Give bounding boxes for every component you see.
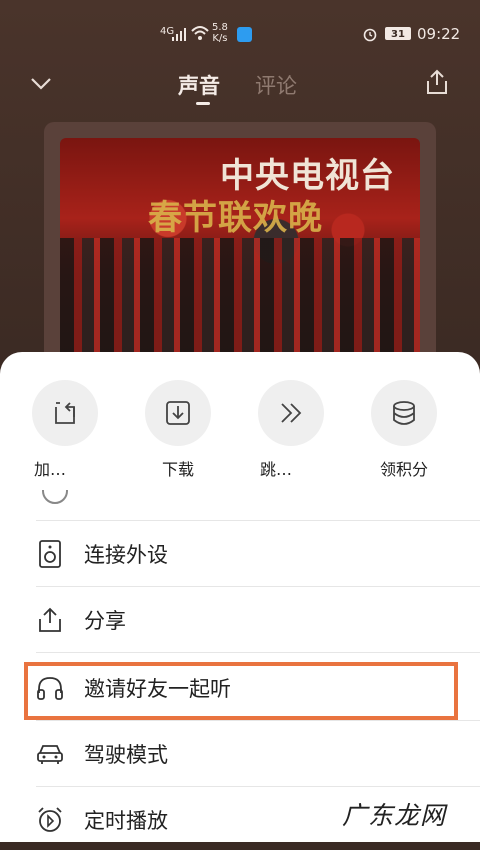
download-label: 下载 [161, 460, 194, 479]
car-icon [36, 740, 64, 768]
speaker-icon [36, 540, 64, 568]
skip-icon [258, 380, 324, 446]
cover-subtitle: 春节联欢晚 [148, 198, 323, 238]
divider [36, 586, 480, 587]
menu-item-label: 驾驶模式 [84, 743, 168, 767]
site-watermark: 广东龙网 [342, 801, 447, 830]
menu-item-driving-mode[interactable]: 驾驶模式 [36, 724, 456, 784]
add-to-playlist-label: 加… [34, 460, 67, 479]
add-to-playlist-icon [32, 380, 98, 446]
network-speed: 5.8 K/s [212, 22, 228, 44]
highlight-box [24, 662, 458, 720]
clock: 09:22 [417, 25, 461, 43]
status-bar: 4G 5.8 K/s 31 09:22 [0, 0, 480, 70]
earn-points-button[interactable]: 领积分 [369, 380, 439, 480]
divider [36, 720, 480, 721]
alarm-icon [363, 28, 377, 42]
tab-comment[interactable]: 评论 [255, 70, 297, 100]
download-button[interactable]: 下载 [143, 380, 213, 480]
add-to-playlist-button[interactable]: 加… [30, 380, 100, 480]
divider [36, 786, 480, 787]
menu-item-share[interactable]: 分享 [36, 590, 456, 650]
share-icon [36, 606, 64, 634]
menu-item-label: 定时播放 [84, 809, 168, 833]
more-options-sheet: 加… 下载 跳… 领积分 连接外设 分享 邀请好友一起听 驾驶模式 定时播放 [0, 352, 480, 842]
divider [36, 520, 480, 521]
tab-voice[interactable]: 声音 [178, 70, 220, 100]
earn-points-label: 领积分 [379, 460, 428, 479]
download-icon [145, 380, 211, 446]
notification-app-icon [237, 27, 252, 42]
menu-item-label: 连接外设 [84, 543, 168, 567]
cover-performers [60, 238, 420, 368]
wifi-icon [191, 26, 209, 40]
skip-label: 跳… [260, 460, 293, 479]
signal-bars-icon [172, 28, 186, 41]
share-icon[interactable] [424, 68, 450, 96]
chevron-down-icon[interactable] [28, 70, 54, 96]
partially-hidden-menu-item[interactable] [36, 490, 480, 520]
speed-unit: K/s [212, 33, 228, 44]
divider [36, 652, 480, 653]
menu-item-label: 分享 [84, 609, 126, 633]
coins-icon [371, 380, 437, 446]
skip-button[interactable]: 跳… [256, 380, 326, 480]
alarm-clock-icon [36, 806, 64, 834]
battery-level: 31 [385, 27, 411, 40]
menu-item-connect-device[interactable]: 连接外设 [36, 524, 456, 584]
active-tab-indicator [196, 102, 210, 105]
partial-item-icon [42, 490, 68, 504]
speed-value: 5.8 [212, 22, 228, 33]
album-cover: 中央电视台 春节联欢晚 [60, 138, 420, 368]
